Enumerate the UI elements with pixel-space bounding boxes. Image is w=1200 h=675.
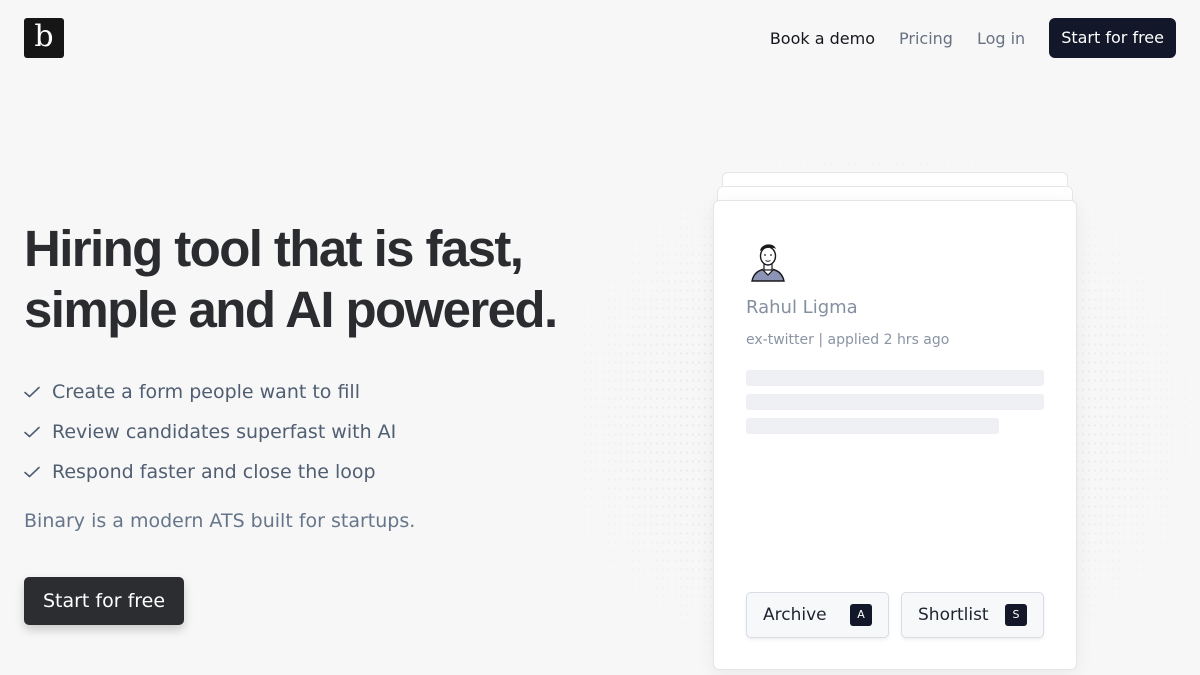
- skeleton-line: [746, 370, 1044, 386]
- book-demo-link[interactable]: Book a demo: [770, 29, 875, 48]
- headline-line-1: Hiring tool that is fast,: [24, 220, 524, 277]
- check-icon: [24, 372, 52, 412]
- shortlist-button[interactable]: Shortlist S: [901, 592, 1044, 638]
- avatar: [746, 239, 790, 283]
- archive-shortcut-key: A: [850, 604, 872, 626]
- hero-tagline: Binary is a modern ATS built for startup…: [24, 510, 416, 532]
- feature-item: Review candidates superfast with AI: [24, 412, 396, 452]
- logo-letter: b: [34, 19, 54, 54]
- headline-line-2: simple and AI powered.: [24, 281, 558, 338]
- candidate-meta: ex-twitter | applied 2 hrs ago: [746, 332, 950, 348]
- feature-list: Create a form people want to fill Review…: [24, 372, 396, 492]
- shortlist-label: Shortlist: [918, 605, 989, 625]
- candidate-name: Rahul Ligma: [746, 297, 858, 318]
- feature-item: Create a form people want to fill: [24, 372, 396, 412]
- start-free-nav-button[interactable]: Start for free: [1049, 18, 1176, 58]
- check-icon: [24, 412, 52, 452]
- pricing-link[interactable]: Pricing: [899, 29, 953, 48]
- skeleton-line: [746, 394, 1044, 410]
- archive-button[interactable]: Archive A: [746, 592, 889, 638]
- feature-text: Review candidates superfast with AI: [52, 421, 397, 443]
- shortlist-shortcut-key: S: [1005, 604, 1027, 626]
- skeleton-line: [746, 418, 999, 434]
- login-link[interactable]: Log in: [977, 29, 1025, 48]
- candidate-card: Rahul Ligma ex-twitter | applied 2 hrs a…: [713, 200, 1077, 670]
- brand-logo[interactable]: b: [24, 18, 64, 58]
- feature-item: Respond faster and close the loop: [24, 452, 396, 492]
- hero-headline: Hiring tool that is fast, simple and AI …: [24, 218, 584, 340]
- feature-text: Create a form people want to fill: [52, 381, 360, 403]
- top-nav: Book a demo Pricing Log in Start for fre…: [770, 18, 1176, 58]
- feature-text: Respond faster and close the loop: [52, 461, 376, 483]
- check-icon: [24, 452, 52, 492]
- start-free-hero-button[interactable]: Start for free: [24, 577, 184, 625]
- archive-label: Archive: [763, 605, 827, 625]
